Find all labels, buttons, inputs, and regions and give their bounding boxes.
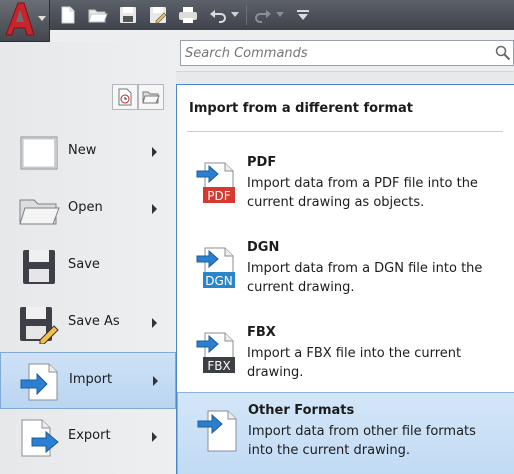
- menu-item-import[interactable]: Import: [0, 352, 176, 409]
- search-input[interactable]: [181, 41, 491, 65]
- menu-item-open[interactable]: Open: [0, 181, 176, 238]
- divider: [187, 131, 503, 132]
- submenu-heading: Import from a different format: [189, 101, 414, 116]
- submenu-item-other-formats[interactable]: Other Formats Import data from other fil…: [177, 392, 514, 474]
- submenu-item-description: Import data from other file formats into…: [248, 424, 476, 458]
- recent-documents-icon[interactable]: [112, 84, 138, 110]
- chevron-right-icon: [152, 432, 157, 442]
- submenu-item-fbx[interactable]: FBX FBX Import a FBX file into the curre…: [177, 315, 514, 399]
- import-icon: [20, 363, 58, 401]
- menu-item-save-as[interactable]: Save As: [0, 295, 176, 352]
- submenu-item-description: Import data from a DGN file into the cur…: [247, 261, 483, 295]
- save-as-icon[interactable]: [146, 3, 170, 27]
- fbx-file-icon: FBX: [196, 332, 235, 373]
- pdf-file-icon: PDF: [196, 162, 235, 203]
- chevron-right-icon: [152, 318, 157, 328]
- submenu-item-description: Import data from a PDF file into the cur…: [247, 176, 478, 210]
- undo-icon[interactable]: [206, 3, 230, 27]
- menu-item-save[interactable]: Save: [0, 238, 176, 295]
- quick-access-toolbar: [0, 0, 514, 30]
- save-disk-icon: [23, 250, 55, 284]
- redo-icon[interactable]: [251, 3, 275, 27]
- submenu-item-description: Import a FBX file into the current drawi…: [247, 346, 462, 380]
- plot-icon[interactable]: [176, 3, 200, 27]
- new-icon[interactable]: [56, 3, 80, 27]
- chevron-down-icon: [38, 16, 46, 21]
- undo-dropdown-icon[interactable]: [230, 12, 240, 18]
- menu-label: New: [68, 143, 97, 158]
- submenu-item-title: FBX: [247, 325, 276, 340]
- chevron-right-icon: [152, 147, 157, 157]
- import-file-icon: [197, 410, 237, 452]
- submenu-item-title: DGN: [247, 240, 280, 255]
- chevron-right-icon: [153, 376, 158, 386]
- save-as-disk-icon: [20, 307, 59, 344]
- menu-label: Save As: [68, 314, 120, 329]
- redo-dropdown-icon[interactable]: [275, 12, 285, 18]
- recent-docs-toolbar: [112, 84, 164, 110]
- menu-label: Open: [68, 200, 103, 215]
- customize-icon[interactable]: [291, 3, 315, 27]
- export-icon: [21, 419, 59, 457]
- save-icon[interactable]: [116, 3, 140, 27]
- application-menu-button[interactable]: [0, 0, 50, 42]
- fbx-badge: FBX: [207, 359, 230, 373]
- dgn-file-icon: DGN: [196, 247, 235, 288]
- open-folder-icon: [19, 199, 60, 225]
- menu-label: Save: [68, 257, 100, 272]
- application-window: New Open Save Save As Import Export Impo…: [0, 0, 514, 474]
- submenu-item-pdf[interactable]: PDF PDF Import data from a PDF file into…: [177, 145, 514, 229]
- toolbar-separator: [246, 5, 247, 25]
- submenu-item-dgn[interactable]: DGN DGN Import data from a DGN file into…: [177, 230, 514, 314]
- menu-item-export[interactable]: Export: [0, 409, 176, 466]
- chevron-right-icon: [152, 204, 157, 214]
- menu-label: Import: [69, 372, 113, 387]
- menu-item-new[interactable]: New: [0, 124, 176, 181]
- dgn-badge: DGN: [205, 274, 233, 288]
- import-submenu: Import from a different format PDF PDF I…: [176, 84, 514, 474]
- autocad-logo-icon: [5, 2, 35, 36]
- submenu-item-title: Other Formats: [248, 403, 355, 418]
- open-icon[interactable]: [86, 3, 110, 27]
- submenu-item-title: PDF: [247, 155, 277, 170]
- new-file-icon: [20, 136, 58, 170]
- pdf-badge: PDF: [207, 189, 230, 203]
- open-documents-icon[interactable]: [138, 84, 164, 110]
- search-commands[interactable]: [180, 40, 514, 66]
- menu-label: Export: [68, 428, 111, 443]
- search-icon[interactable]: [495, 45, 511, 61]
